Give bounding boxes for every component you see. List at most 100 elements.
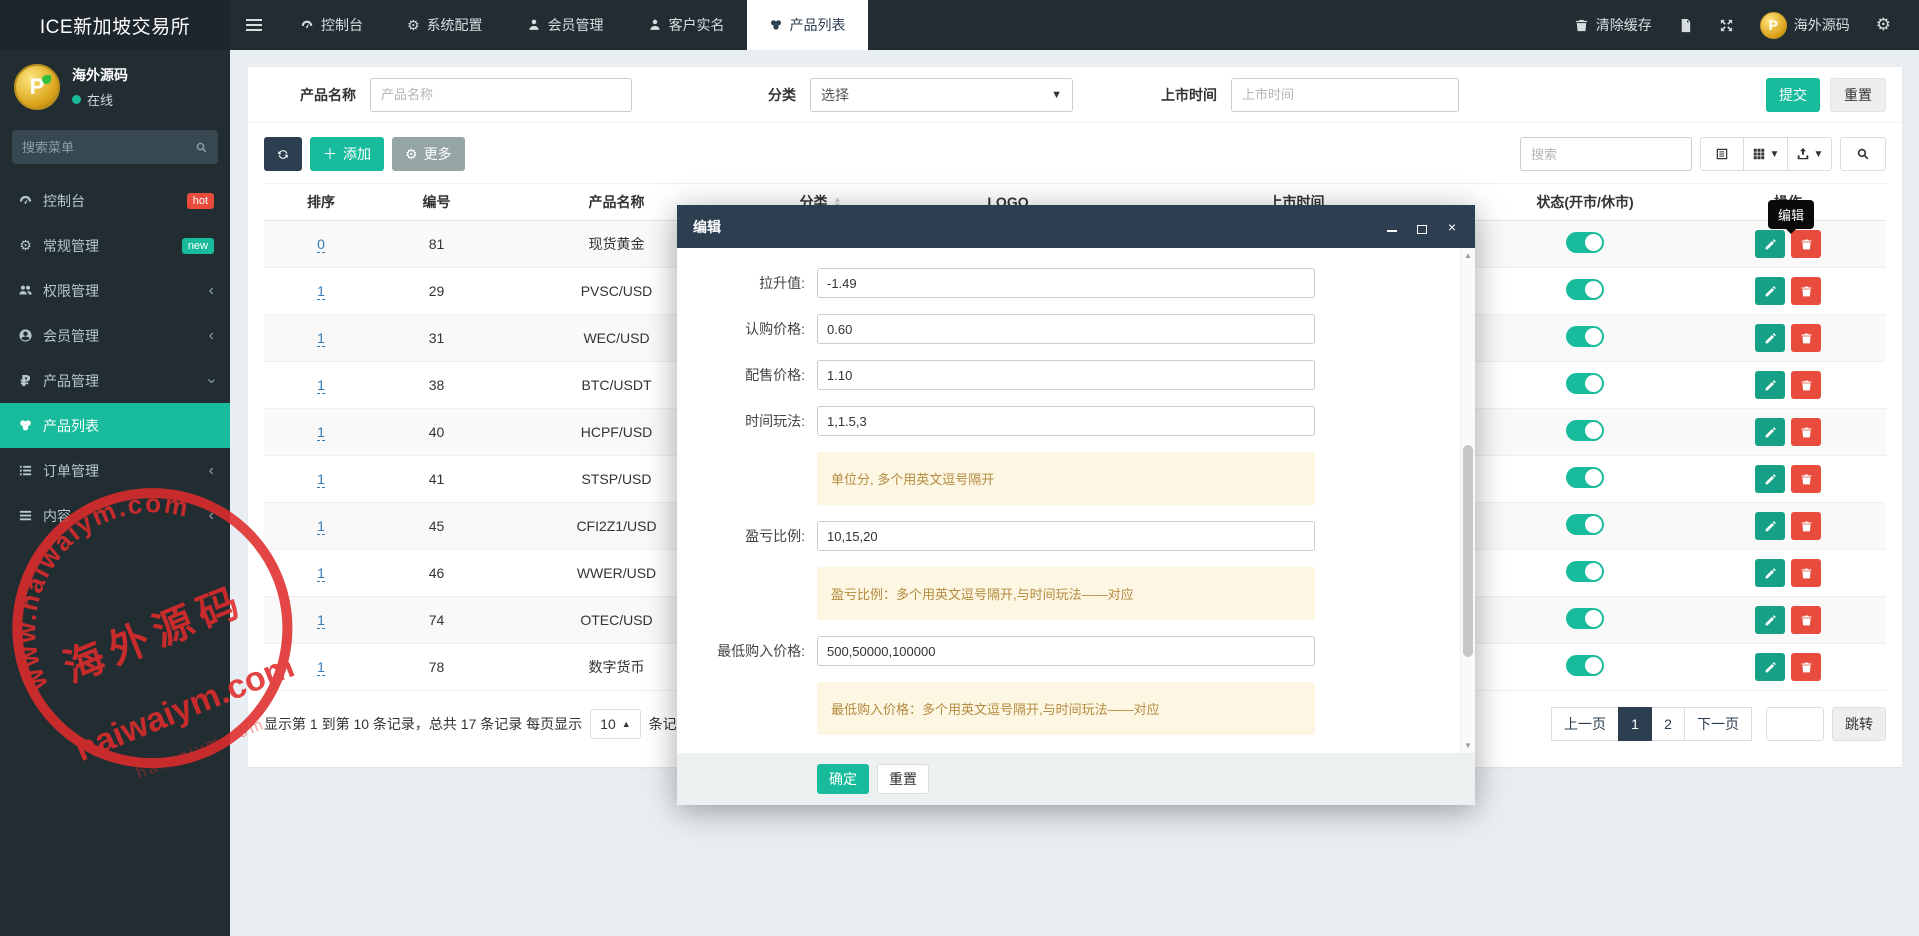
- col-header-sort[interactable]: 排序: [264, 184, 378, 221]
- page-size-dropdown[interactable]: 10 ▲: [590, 709, 641, 739]
- sidebar-item-dashboard[interactable]: 控制台 hot: [0, 178, 230, 223]
- sort-link[interactable]: 1: [317, 565, 325, 582]
- edit-button[interactable]: [1755, 230, 1785, 258]
- clear-cache-button[interactable]: 清除缓存: [1574, 15, 1652, 35]
- scroll-down-icon[interactable]: ▼: [1461, 741, 1475, 750]
- file-button[interactable]: [1678, 18, 1693, 33]
- settings-gears-icon[interactable]: ⚙: [1876, 15, 1891, 35]
- columns-dropdown-button[interactable]: ▼: [1744, 137, 1788, 171]
- edit-button[interactable]: [1755, 559, 1785, 587]
- status-toggle[interactable]: [1566, 279, 1604, 300]
- sidebar-toggle-button[interactable]: [230, 0, 278, 50]
- delete-button[interactable]: [1791, 324, 1821, 352]
- modal-scrollbar[interactable]: ▲ ▼: [1460, 248, 1475, 753]
- delete-button[interactable]: [1791, 653, 1821, 681]
- sort-link[interactable]: 1: [317, 283, 325, 300]
- close-icon[interactable]: ×: [1445, 220, 1459, 234]
- sort-link[interactable]: 1: [317, 612, 325, 629]
- brand-logo[interactable]: ICE新加坡交易所: [0, 0, 230, 50]
- paging-toggle-button[interactable]: [1700, 137, 1744, 171]
- nav-item-product-list[interactable]: 产品列表: [747, 0, 868, 50]
- sidebar-search-input[interactable]: [22, 140, 172, 155]
- col-header-code[interactable]: 编号: [378, 184, 495, 221]
- pull-value-input[interactable]: [817, 268, 1315, 298]
- sort-link[interactable]: 1: [317, 424, 325, 441]
- nav-item-members[interactable]: 会员管理: [505, 0, 626, 50]
- nav-item-dashboard[interactable]: 控制台: [278, 0, 385, 50]
- status-toggle[interactable]: [1566, 608, 1604, 629]
- listing-time-input[interactable]: [1231, 78, 1459, 112]
- sidebar-item-members[interactable]: 会员管理 ‹: [0, 313, 230, 358]
- jump-button[interactable]: 跳转: [1832, 707, 1886, 741]
- sidebar-item-orders[interactable]: 订单管理 ‹: [0, 448, 230, 493]
- confirm-button[interactable]: 确定: [817, 764, 869, 794]
- next-page-button[interactable]: 下一页: [1684, 707, 1752, 741]
- delete-button[interactable]: [1791, 371, 1821, 399]
- status-toggle[interactable]: [1566, 655, 1604, 676]
- subscription-price-input[interactable]: [817, 314, 1315, 344]
- sort-link[interactable]: 1: [317, 471, 325, 488]
- edit-button[interactable]: [1755, 371, 1785, 399]
- page-button-2[interactable]: 2: [1651, 707, 1685, 741]
- sidebar-item-products[interactable]: ₽ 产品管理 ‹: [0, 358, 230, 403]
- more-button[interactable]: ⚙更多: [392, 137, 465, 171]
- edit-button[interactable]: [1755, 277, 1785, 305]
- prev-page-button[interactable]: 上一页: [1551, 707, 1619, 741]
- status-toggle[interactable]: [1566, 420, 1604, 441]
- placement-price-input[interactable]: [817, 360, 1315, 390]
- status-toggle[interactable]: [1566, 326, 1604, 347]
- delete-button[interactable]: [1791, 606, 1821, 634]
- sidebar-item-permissions[interactable]: 权限管理 ‹: [0, 268, 230, 313]
- toggle-search-button[interactable]: [1840, 137, 1886, 171]
- delete-button[interactable]: [1791, 465, 1821, 493]
- profit-ratio-input[interactable]: [817, 521, 1315, 551]
- col-header-status[interactable]: 状态(开市/休市): [1480, 184, 1690, 221]
- reset-button[interactable]: 重置: [1830, 78, 1886, 112]
- status-toggle[interactable]: [1566, 373, 1604, 394]
- sort-link[interactable]: 1: [317, 377, 325, 394]
- nav-item-kyc[interactable]: 客户实名: [626, 0, 747, 50]
- sort-link[interactable]: 1: [317, 659, 325, 676]
- edit-button[interactable]: [1755, 324, 1785, 352]
- user-menu[interactable]: P 海外源码: [1760, 12, 1850, 39]
- minimize-icon[interactable]: [1385, 220, 1399, 234]
- status-toggle[interactable]: [1566, 232, 1604, 253]
- fullscreen-button[interactable]: [1719, 18, 1734, 33]
- page-button-1[interactable]: 1: [1618, 707, 1652, 741]
- sidebar-item-product-list[interactable]: 产品列表: [0, 403, 230, 448]
- min-purchase-input[interactable]: [817, 636, 1315, 666]
- maximize-icon[interactable]: [1415, 220, 1429, 234]
- status-toggle[interactable]: [1566, 561, 1604, 582]
- edit-button[interactable]: [1755, 653, 1785, 681]
- edit-button[interactable]: [1755, 512, 1785, 540]
- status-toggle[interactable]: [1566, 467, 1604, 488]
- modal-header[interactable]: 编辑 ×: [677, 205, 1475, 248]
- time-play-input[interactable]: [817, 406, 1315, 436]
- delete-button[interactable]: [1791, 512, 1821, 540]
- category-select[interactable]: 选择 ▼: [810, 78, 1073, 112]
- sidebar-item-content[interactable]: 内容 ‹: [0, 493, 230, 538]
- sort-link[interactable]: 1: [317, 330, 325, 347]
- status-toggle[interactable]: [1566, 514, 1604, 535]
- delete-button[interactable]: [1791, 418, 1821, 446]
- edit-button[interactable]: [1755, 465, 1785, 493]
- sort-link[interactable]: 1: [317, 518, 325, 535]
- export-dropdown-button[interactable]: ▼: [1788, 137, 1832, 171]
- submit-button[interactable]: 提交: [1766, 78, 1820, 112]
- add-button[interactable]: ＋添加: [310, 137, 384, 171]
- scrollbar-thumb[interactable]: [1463, 445, 1473, 657]
- sort-link[interactable]: 0: [317, 236, 325, 253]
- nav-item-system-config[interactable]: ⚙ 系统配置: [385, 0, 505, 50]
- refresh-button[interactable]: [264, 137, 302, 171]
- sidebar-item-general[interactable]: ⚙ 常规管理 new: [0, 223, 230, 268]
- modal-reset-button[interactable]: 重置: [877, 764, 929, 794]
- delete-button[interactable]: [1791, 230, 1821, 258]
- edit-button[interactable]: [1755, 606, 1785, 634]
- edit-button[interactable]: [1755, 418, 1785, 446]
- table-search-input[interactable]: [1520, 137, 1692, 171]
- scroll-up-icon[interactable]: ▲: [1461, 251, 1475, 260]
- delete-button[interactable]: [1791, 277, 1821, 305]
- product-name-input[interactable]: [370, 78, 632, 112]
- jump-page-input[interactable]: [1766, 707, 1824, 741]
- delete-button[interactable]: [1791, 559, 1821, 587]
